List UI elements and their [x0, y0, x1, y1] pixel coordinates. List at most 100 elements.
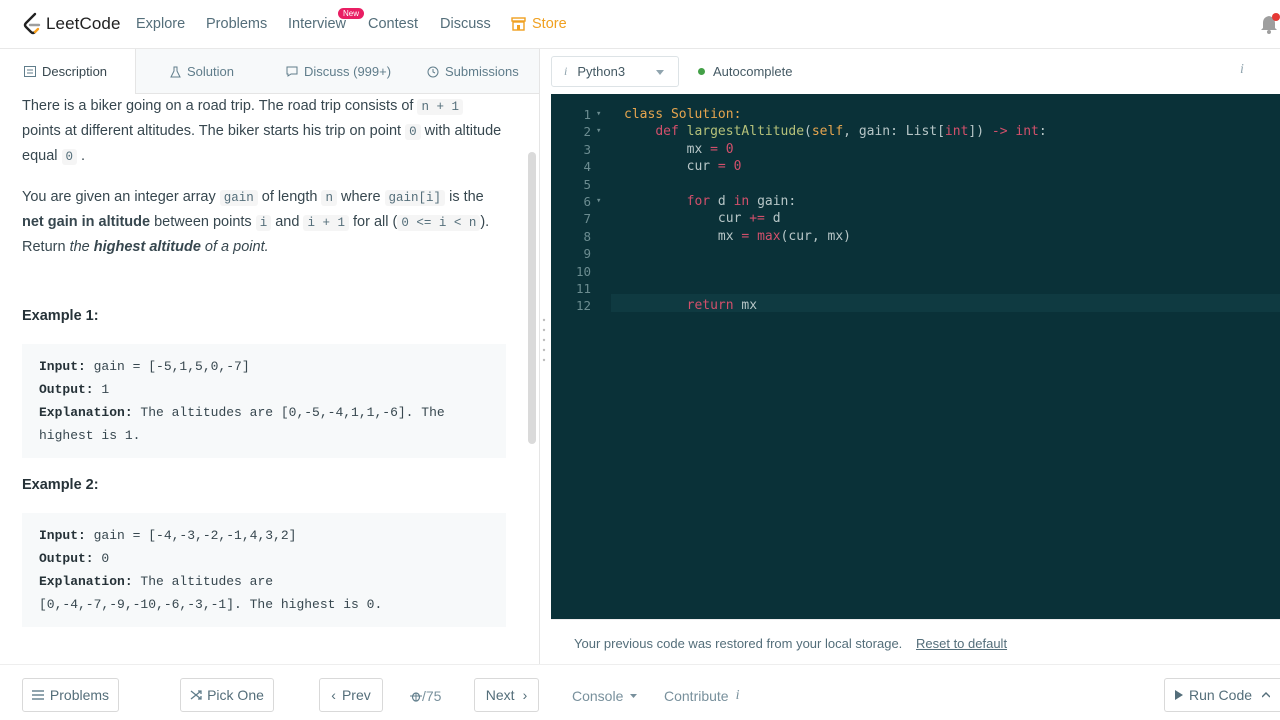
value: gain = [-4,-3,-2,-1,4,3,2]: [85, 528, 297, 543]
value: [0,-4,-7,-9,-10,-6,-3,-1]. The highest i…: [39, 597, 383, 612]
italic-text: the: [69, 239, 94, 255]
leetcode-logo[interactable]: LeetCode: [22, 12, 121, 36]
splitter-handle-icon[interactable]: [542, 316, 546, 366]
contribute-link[interactable]: Contribute i: [664, 688, 739, 704]
page-count: /75: [422, 688, 442, 704]
value: The altitudes are: [132, 574, 274, 589]
nav-contest[interactable]: Contest: [368, 16, 418, 32]
inline-code: i + 1: [303, 215, 349, 231]
fold-arrow-icon[interactable]: ▾: [596, 126, 601, 136]
label: Output:: [39, 551, 94, 566]
code-line-2: def largestAltitude(self, gain: List[int…: [655, 124, 1047, 140]
autocomplete-label: Autocomplete: [713, 64, 793, 79]
code-line-6: for d in gain:: [686, 194, 797, 209]
brand-name: LeetCode: [46, 14, 121, 33]
example-2-title: Example 2:: [22, 477, 99, 493]
problems-button[interactable]: Problems: [22, 678, 119, 712]
inline-code: gain[i]: [384, 190, 446, 206]
tab-discuss[interactable]: Discuss (999+): [286, 49, 391, 94]
nav-interview[interactable]: Interview: [288, 16, 346, 32]
inline-code: n: [321, 190, 337, 206]
prev-label: Prev: [341, 687, 371, 703]
nav-problems[interactable]: Problems: [206, 16, 267, 32]
next-label: Next: [485, 687, 515, 703]
tab-solution-label: Solution: [187, 64, 234, 79]
chat-icon: [286, 66, 298, 77]
inline-code: 0 <= i < n: [397, 215, 481, 231]
reset-to-default-link[interactable]: Reset to default: [916, 636, 1007, 651]
editor-info-icon[interactable]: i: [1240, 62, 1244, 78]
code-editor[interactable]: 1 2 3 4 5 6 7 8 9 10 11 12 ▾ ▾ ▾ class S…: [551, 94, 1280, 619]
nav-discuss[interactable]: Discuss: [440, 16, 491, 32]
label: Input:: [39, 359, 86, 374]
notification-dot: [1272, 13, 1280, 21]
problem-description: There is a biker going on a road trip. T…: [22, 94, 502, 275]
language-value: Python3: [577, 64, 626, 79]
fold-arrow-icon[interactable]: ▾: [596, 196, 601, 206]
line-number: 6: [583, 194, 591, 209]
value: The altitudes are [0,-5,-4,1,1,-6]. The: [132, 405, 445, 420]
label: Input:: [39, 528, 86, 543]
description-scrollbar[interactable]: [528, 152, 536, 444]
value: 0: [93, 551, 110, 566]
line-number: 11: [575, 281, 591, 296]
inline-code: i: [255, 215, 272, 231]
info-icon: i: [564, 64, 568, 78]
pane-divider: [539, 49, 540, 664]
tab-description[interactable]: Description: [0, 49, 136, 94]
line-number: 8: [583, 228, 591, 244]
code-line-12: return mx: [686, 298, 758, 314]
italic-text: of a point.: [200, 239, 269, 255]
list-icon: [31, 690, 44, 700]
play-icon: [1174, 690, 1183, 700]
label: Output:: [39, 382, 94, 397]
caret-down-icon: [630, 694, 638, 698]
code-line-3: mx = 0: [624, 141, 734, 157]
autocomplete-toggle[interactable]: Autocomplete: [698, 64, 793, 79]
value: 1: [93, 382, 110, 397]
tab-submissions[interactable]: Submissions: [427, 49, 519, 94]
code-line-4: cur = 0: [624, 159, 742, 175]
pick-one-button[interactable]: Pick One: [180, 678, 274, 712]
bold-text: net gain in altitude: [22, 214, 151, 230]
bug-icon: [410, 692, 422, 702]
code-line-1: class Solution:: [624, 107, 742, 122]
text: .: [77, 148, 86, 164]
line-number: 9: [583, 246, 591, 262]
contribute-label: Contribute: [664, 688, 729, 704]
line-number: 2: [583, 124, 591, 140]
nav-explore[interactable]: Explore: [136, 16, 185, 32]
run-code-button[interactable]: Run Code: [1164, 678, 1280, 712]
line-number: 12: [575, 298, 591, 314]
code-line-8: mx = max(cur, mx): [624, 228, 851, 244]
problems-button-label: Problems: [49, 687, 110, 703]
text: where: [336, 189, 385, 205]
new-badge: New: [338, 8, 365, 19]
clock-icon: [427, 66, 439, 77]
text: between points: [150, 214, 256, 230]
text: and: [271, 214, 304, 230]
line-number: 1: [583, 107, 591, 122]
chevron-left-icon: ‹: [331, 687, 336, 703]
description-paragraph-1: There is a biker going on a road trip. T…: [22, 94, 502, 169]
tab-solution[interactable]: Solution: [170, 49, 234, 94]
nav-store[interactable]: Store: [532, 16, 567, 32]
inline-code: gain: [219, 190, 258, 206]
store-icon: [511, 17, 526, 31]
line-number: 5: [583, 176, 591, 192]
inline-code: n + 1: [417, 99, 463, 115]
problem-tabs: Description Solution Discuss (999+) Subm…: [0, 49, 540, 94]
language-select[interactable]: i Python3: [551, 56, 679, 87]
fold-arrow-icon[interactable]: ▾: [596, 109, 601, 119]
chevron-right-icon: ›: [522, 687, 528, 703]
console-toggle[interactable]: Console: [572, 688, 638, 704]
next-button[interactable]: Next ›: [474, 678, 539, 712]
tab-discuss-label: Discuss (999+): [304, 64, 392, 79]
label: Explanation:: [39, 574, 133, 589]
example-1-box: Input: gain = [-5,1,5,0,-7] Output: 1 Ex…: [22, 344, 506, 458]
autocomplete-status-dot: [698, 68, 705, 75]
value: gain = [-5,1,5,0,-7]: [85, 359, 250, 374]
line-number: 10: [575, 263, 591, 279]
prev-button[interactable]: ‹ Prev: [319, 678, 383, 712]
line-number: 4: [583, 159, 591, 175]
